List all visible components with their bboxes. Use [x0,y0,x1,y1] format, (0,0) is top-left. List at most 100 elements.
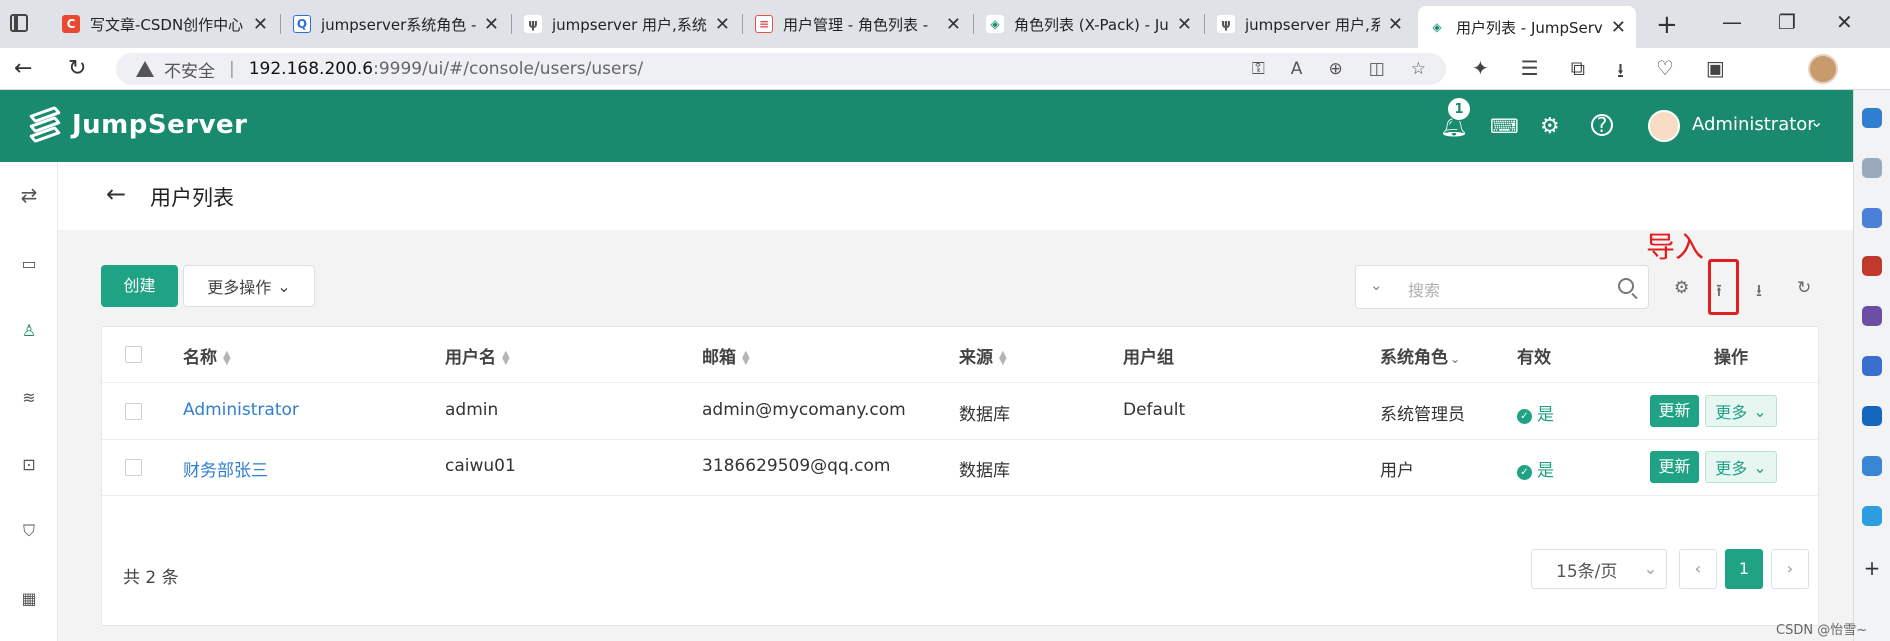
address-bar[interactable]: 不安全 | 192.168.200.6:9999/ui/#/console/us… [116,53,1446,85]
app-logo[interactable]: JumpServer [28,106,247,143]
calendar-icon[interactable]: ▦ [18,587,40,609]
send-icon[interactable] [1862,456,1882,476]
search-icon[interactable] [1618,278,1634,294]
new-tab-icon[interactable]: + [1656,10,1678,40]
column-header-name[interactable]: 名称 ▲ ▼ [183,343,231,368]
close-tab-icon[interactable]: ✕ [253,14,268,35]
url-host: 192.168.200.6 [248,59,374,79]
browser-tab[interactable]: ≡ 用户管理 - 角色列表 - ✕ [745,6,971,42]
browser-tab[interactable]: ◈ 角色列表 (X-Pack) - Ju ✕ [976,6,1202,42]
column-header-active: 有效 [1517,348,1551,368]
update-button[interactable]: 更新 [1650,395,1699,427]
warning-icon [136,61,154,77]
next-page-button[interactable]: › [1771,549,1809,589]
dashboard-icon[interactable]: ▭ [18,252,40,274]
window-menu-icon[interactable] [10,14,28,32]
active-status: ✓ 是 [1517,400,1554,425]
people-icon[interactable] [1862,306,1882,326]
browser-tab[interactable]: Q jumpserver系统角色 - ✕ [283,6,509,42]
settings-gear-icon[interactable]: ⚙ [1540,114,1560,139]
column-header-source[interactable]: 来源 ▲ ▼ [959,343,1007,368]
chevron-down-icon[interactable]: ⌄ [1810,112,1823,131]
page-header: ← 用户列表 [58,162,1853,230]
restore-icon[interactable]: ❐ [1778,10,1796,34]
add-icon[interactable]: + [1862,558,1882,578]
page-size-select[interactable]: 15条/页 ⌄ [1531,549,1667,589]
create-button[interactable]: 创建 [101,265,178,307]
search-icon[interactable] [1862,158,1882,178]
close-tab-icon[interactable]: ✕ [715,14,730,35]
user-avatar[interactable] [1648,110,1680,142]
close-window-icon[interactable]: ✕ [1836,10,1853,34]
reload-icon[interactable]: ↻ [68,56,86,81]
copilot-icon[interactable] [1862,356,1882,376]
update-button[interactable]: 更新 [1650,451,1699,483]
favorite-star-icon[interactable]: ☆ [1411,59,1426,79]
jumpserver-logo-icon [28,106,62,143]
column-header-role[interactable]: 系统角色 ⌄ [1380,343,1460,368]
browser-tab[interactable]: ψ jumpserver 用户,系统 ✕ [514,6,740,42]
split-screen-icon[interactable]: ◫ [1369,59,1385,79]
app-icon[interactable] [1862,506,1882,526]
site-favicon-icon: ≡ [755,15,773,33]
downloads-icon[interactable]: ⭳ [1617,56,1624,90]
user-name[interactable]: Administrator [1692,114,1815,135]
tab-title: 写文章-CSDN创作中心 [90,15,244,34]
sidebar-toggle-icon[interactable]: ▣ [1706,56,1725,90]
collections-icon[interactable]: ⧉ [1571,56,1585,90]
toolbox-icon[interactable] [1862,256,1882,276]
accounts-icon[interactable]: ⊡ [18,453,40,475]
chevron-down-icon[interactable]: ⌄ [1370,276,1383,294]
refresh-icon[interactable]: ↻ [1797,278,1811,298]
more-actions-button[interactable]: 更多操作 ⌄ [183,265,315,307]
performance-icon[interactable]: ♡ [1656,56,1674,90]
extensions-icon[interactable]: ✦ [1472,56,1489,90]
export-download-icon[interactable]: ⭳ [1756,278,1762,307]
search-input[interactable]: ⌄ 搜索 [1355,265,1649,309]
column-header-email[interactable]: 邮箱 ▲ ▼ [702,343,750,368]
current-page[interactable]: 1 [1725,549,1763,589]
back-icon[interactable]: ← [14,56,32,81]
row-more-button[interactable]: 更多 ⌄ [1705,395,1777,427]
select-all-checkbox[interactable] [125,346,142,363]
close-tab-icon[interactable]: ✕ [484,14,499,35]
user-name-link[interactable]: 财务部张三 [183,456,268,481]
permissions-shield-icon[interactable]: ⛉ [18,520,40,542]
browser-tab[interactable]: ψ jumpserver 用户,系统 ✕ [1207,6,1413,42]
row-more-button[interactable]: 更多 ⌄ [1705,451,1777,483]
more-actions-label: 更多操作 [207,278,272,297]
tag-icon[interactable] [1862,208,1882,228]
close-tab-icon[interactable]: ✕ [1177,14,1192,35]
jumpserver-favicon-icon: ◈ [1428,18,1446,36]
settings-gear-icon[interactable]: ⚙ [1674,278,1689,298]
close-tab-icon[interactable]: ✕ [1388,14,1403,35]
row-checkbox[interactable] [125,403,142,420]
search-placeholder: 搜索 [1408,281,1441,300]
prev-page-button[interactable]: ‹ [1679,549,1717,589]
browser-profile-avatar[interactable] [1808,54,1838,84]
key-icon[interactable]: ⚿ [1252,59,1265,79]
user-name-link[interactable]: Administrator [183,400,299,420]
users-icon[interactable]: ♙ [18,319,40,341]
column-header-username[interactable]: 用户名 ▲ ▼ [445,343,510,368]
chevron-down-icon: ⌄ [277,276,291,296]
minimize-icon[interactable]: — [1722,10,1742,34]
favorites-icon[interactable]: ☰ [1521,56,1539,90]
read-aloud-icon[interactable]: A [1291,59,1303,79]
row-checkbox[interactable] [125,459,142,476]
switch-view-icon[interactable]: ⇄ [18,183,40,207]
check-circle-icon: ✓ [1517,409,1532,424]
close-tab-icon[interactable]: ✕ [1611,17,1626,38]
close-tab-icon[interactable]: ✕ [946,14,961,35]
back-arrow-icon[interactable]: ← [106,180,126,208]
help-icon[interactable]: ? [1591,114,1613,136]
zoom-icon[interactable]: ⊕ [1328,59,1342,79]
terminal-icon[interactable]: ⌨︎ [1490,114,1519,138]
browser-tab[interactable]: C 写文章-CSDN创作中心 ✕ [52,6,278,42]
outlook-icon[interactable] [1862,406,1882,426]
tab-title: jumpserver系统角色 - [321,15,476,34]
browser-tab-active[interactable]: ◈ 用户列表 - JumpServe ✕ [1418,6,1636,48]
assets-icon[interactable]: ≋ [18,386,40,408]
app-header: JumpServer 🔔︎ 1 ⌨︎ ⚙ ? Administrator ⌄ [0,90,1853,162]
bell-icon[interactable] [1862,108,1882,128]
